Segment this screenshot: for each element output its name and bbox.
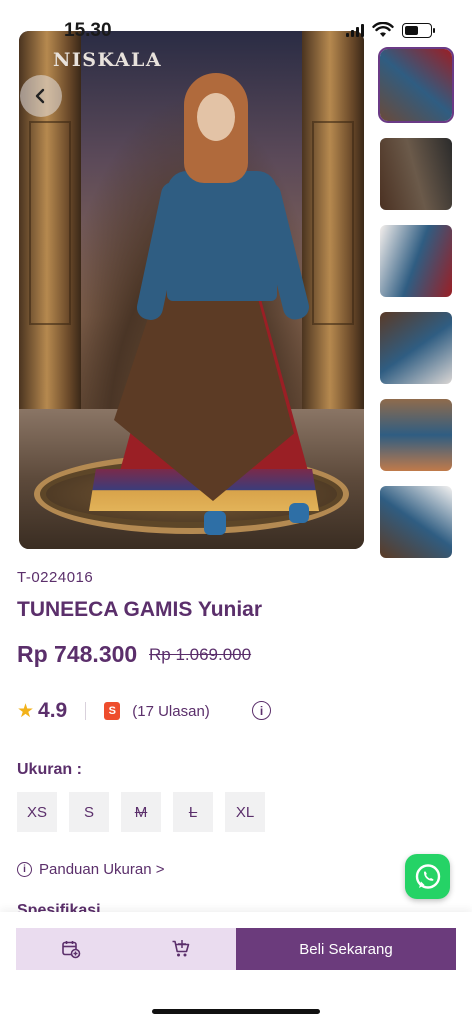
brand-logo: NISKALA	[53, 49, 163, 71]
size-guide-label: Panduan Ukuran >	[39, 861, 165, 878]
thumbnail-image	[380, 486, 452, 558]
size-options: XS S M L XL	[17, 792, 265, 832]
battery-level	[405, 25, 419, 35]
thumbnail-image	[380, 49, 452, 121]
rating-row: ★ 4.9 S (17 Ulasan)	[17, 699, 277, 723]
thumbnail-image	[380, 138, 452, 210]
status-time: 15.30	[64, 20, 112, 41]
info-icon[interactable]: i	[252, 701, 271, 720]
battery-icon	[402, 22, 435, 38]
thumb-vest-detail[interactable]	[380, 138, 452, 210]
thumbnail-image	[380, 312, 452, 384]
shoe-right	[289, 503, 309, 523]
size-option-label: XL	[235, 803, 255, 821]
size-option-label: M	[134, 803, 148, 821]
cart-add-icon	[172, 940, 190, 957]
dress-bodice	[167, 171, 277, 301]
model-face	[197, 93, 235, 141]
wifi-icon	[372, 22, 394, 37]
shopee-icon: S	[104, 702, 121, 720]
chevron-left-icon	[35, 88, 45, 104]
back-button[interactable]	[20, 75, 62, 117]
size-guide-link[interactable]: i Panduan Ukuran >	[17, 861, 165, 878]
calendar-add-icon	[62, 941, 81, 959]
size-option-xs[interactable]: XS	[17, 792, 57, 832]
whatsapp-icon	[415, 863, 440, 889]
product-price: Rp 748.300	[17, 641, 138, 667]
status-bar: 15.30	[0, 0, 472, 44]
rating-value: 4.9	[38, 699, 68, 722]
product-sku: T-0224016	[17, 569, 94, 586]
thumb-skirt-detail[interactable]	[380, 312, 452, 384]
thumbnail-strip	[378, 47, 454, 573]
buy-now-button[interactable]: Beli Sekarang	[236, 928, 456, 970]
size-option-s[interactable]: S	[69, 792, 109, 832]
bottom-action-panel: Beli Sekarang	[0, 912, 472, 1024]
specification-heading: Spesifikasi	[17, 902, 101, 912]
thumb-back-view[interactable]	[380, 486, 452, 558]
size-option-label: S	[83, 803, 94, 821]
status-icons	[346, 22, 435, 38]
model-figure	[89, 71, 319, 541]
size-option-l[interactable]: L	[173, 792, 213, 832]
thumb-full-look[interactable]	[378, 47, 454, 123]
star-icon: ★	[17, 700, 35, 722]
size-option-label: XS	[26, 803, 47, 821]
size-label: Ukuran :	[17, 761, 82, 778]
action-bar: Beli Sekarang	[16, 928, 456, 970]
add-to-cart-button[interactable]	[126, 928, 236, 970]
size-option-label: L	[188, 803, 198, 821]
thumbnail-image	[380, 399, 452, 471]
shoe-left	[204, 511, 226, 535]
thumb-sleeve-detail[interactable]	[380, 225, 452, 297]
review-count[interactable]: (17 Ulasan)	[132, 703, 210, 720]
rating-divider	[85, 702, 87, 720]
product-main-image[interactable]: NISKALA	[19, 31, 364, 549]
product-title: TUNEECA GAMIS Yuniar	[17, 598, 263, 621]
size-option-m[interactable]: M	[121, 792, 161, 832]
info-circle-icon: i	[17, 862, 32, 877]
cellular-signal-icon	[346, 23, 364, 37]
whatsapp-button[interactable]	[405, 854, 450, 899]
home-indicator	[152, 1009, 320, 1014]
thumb-chain-detail[interactable]	[380, 399, 452, 471]
add-to-wishlist-button[interactable]	[16, 928, 126, 970]
size-option-xl[interactable]: XL	[225, 792, 265, 832]
product-original-price: Rp 1.069.000	[149, 645, 252, 664]
thumbnail-image	[380, 225, 452, 297]
